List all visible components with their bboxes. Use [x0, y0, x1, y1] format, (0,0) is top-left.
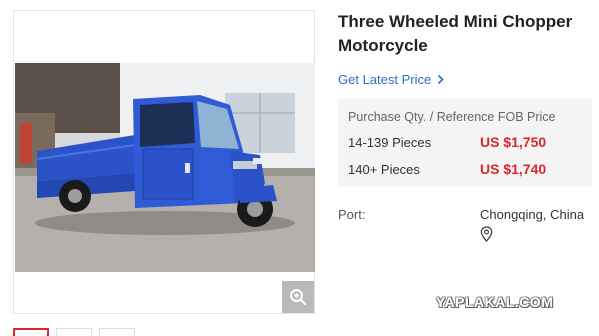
- map-pin-icon[interactable]: [480, 226, 493, 242]
- price-row-2-price: US $1,740: [480, 161, 547, 177]
- product-photo[interactable]: [15, 63, 315, 272]
- thumbnail-3[interactable]: [99, 328, 135, 336]
- thumbnail-2[interactable]: [56, 328, 92, 336]
- port-value: Chongqing, China: [480, 207, 585, 222]
- price-table: Purchase Qty. / Reference FOB Price 14-1…: [338, 99, 592, 187]
- product-title: Three Wheeled Mini Chopper Motorcycle: [338, 12, 573, 55]
- price-row-1-price: US $1,750: [480, 134, 547, 150]
- zoom-button[interactable]: [282, 281, 314, 313]
- price-table-header: Purchase Qty. / Reference FOB Price: [348, 110, 556, 124]
- get-latest-price-label: Get Latest Price: [338, 72, 432, 87]
- zoom-in-icon: [290, 289, 307, 306]
- port-label: Port:: [338, 207, 366, 222]
- get-latest-price-link[interactable]: Get Latest Price: [338, 72, 444, 87]
- product-image-frame: [13, 10, 315, 314]
- chevron-right-icon: [438, 74, 444, 85]
- price-row-2-qty: 140+ Pieces: [348, 162, 420, 177]
- price-row-1-qty: 14-139 Pieces: [348, 135, 432, 150]
- thumbnail-1[interactable]: [13, 328, 49, 336]
- watermark-text: YAPLAKAL.COM: [436, 294, 554, 310]
